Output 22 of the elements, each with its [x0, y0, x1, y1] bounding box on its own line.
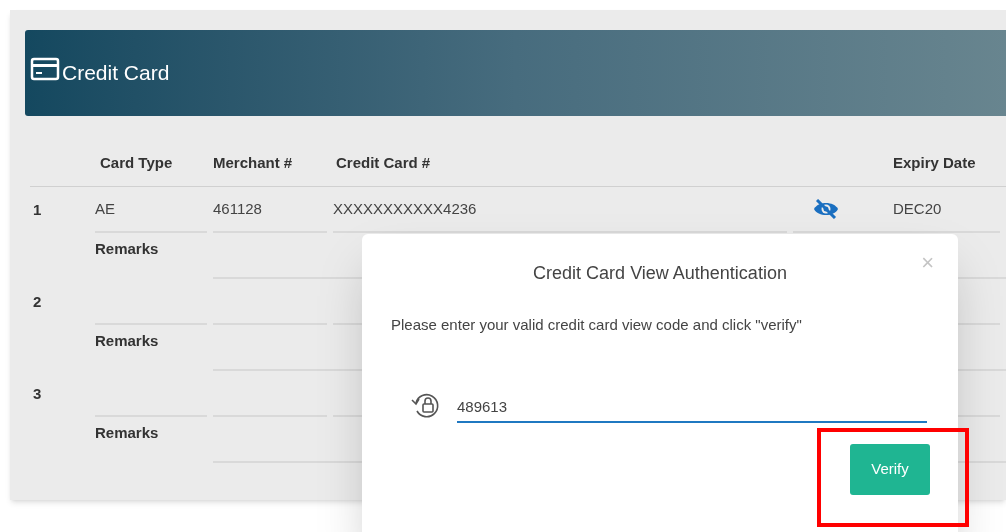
row-number: 3 — [33, 383, 42, 404]
row-number: 1 — [33, 199, 42, 220]
table-cell-text: XXXXXXXXXXX4236 — [333, 198, 477, 219]
remarks-label: Remarks — [95, 332, 159, 349]
eye-off-icon[interactable] — [813, 199, 839, 219]
dialog-title: Credit Card View Authentication — [533, 261, 787, 285]
dialog-message: Please enter your valid credit card view code and click "verify" — [390, 315, 803, 335]
remarks-label: Remarks — [95, 424, 159, 441]
verify-button[interactable]: Verify — [850, 443, 930, 495]
panel-title: Credit Card — [62, 60, 170, 87]
table-cell-text: AE — [95, 198, 115, 219]
table-cell-text: 461128 — [213, 198, 262, 219]
column-header: Credit Card # — [335, 153, 432, 174]
remarks-label: Remarks — [95, 240, 159, 257]
column-header: Card Type — [99, 153, 174, 174]
close-button[interactable]: × — [921, 252, 934, 274]
column-header: Expiry Date — [893, 153, 977, 174]
code-input-field[interactable]: 489613 — [457, 388, 927, 423]
table-cell-text: DEC20 — [893, 198, 942, 219]
credit-card-icon — [30, 56, 60, 82]
row-number: 2 — [33, 291, 42, 312]
column-header: Merchant # — [213, 153, 294, 174]
